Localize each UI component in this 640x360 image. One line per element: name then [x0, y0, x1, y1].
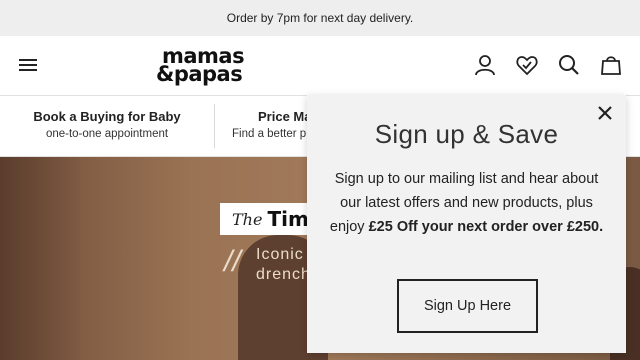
usp-divider	[214, 104, 215, 148]
usp-title: Book a Buying for Baby	[33, 109, 181, 124]
account-icon[interactable]	[473, 53, 497, 77]
usp-buying-for-baby[interactable]: Book a Buying for Baby one-to-one appoin…	[0, 96, 214, 157]
usp-price-match[interactable]: Price Ma Find a better p	[228, 96, 318, 157]
popup-title: Sign up & Save	[374, 119, 559, 149]
popup-body: Sign up to our mailing list and hear abo…	[327, 167, 606, 239]
hero-tag-prefix: The	[232, 209, 263, 229]
promo-bar: Order by 7pm for next day delivery.	[0, 0, 640, 36]
hero-tag-title: Tim	[267, 207, 309, 231]
wishlist-heart-icon[interactable]	[515, 53, 539, 77]
hero-tag: The Tim	[220, 203, 321, 235]
signup-popup: Sign up & Save Sign up to our mailing li…	[307, 95, 626, 353]
sign-up-button[interactable]: Sign Up Here	[397, 279, 538, 333]
hero-slashes: //	[224, 245, 241, 278]
search-icon[interactable]	[557, 53, 581, 77]
site-header: mamas &papas	[0, 36, 640, 96]
hero-copy-line: drench	[256, 266, 311, 283]
usp-subtitle: one-to-one appointment	[45, 128, 169, 140]
hero-pillar	[0, 157, 80, 360]
hero-copy-line: Iconic	[256, 246, 304, 263]
logo[interactable]: mamas &papas	[156, 44, 262, 88]
usp-subtitle: Find a better p	[232, 128, 307, 140]
usp-title: Price Ma	[258, 109, 312, 124]
logo-line-2: &papas	[156, 62, 243, 86]
popup-offer: £25 Off your next order over £250.	[368, 219, 604, 235]
hero-copy: Iconic drench	[256, 245, 311, 285]
promo-text: Order by 7pm for next day delivery.	[226, 11, 414, 25]
menu-icon[interactable]	[18, 56, 40, 76]
bag-icon[interactable]	[599, 53, 623, 77]
